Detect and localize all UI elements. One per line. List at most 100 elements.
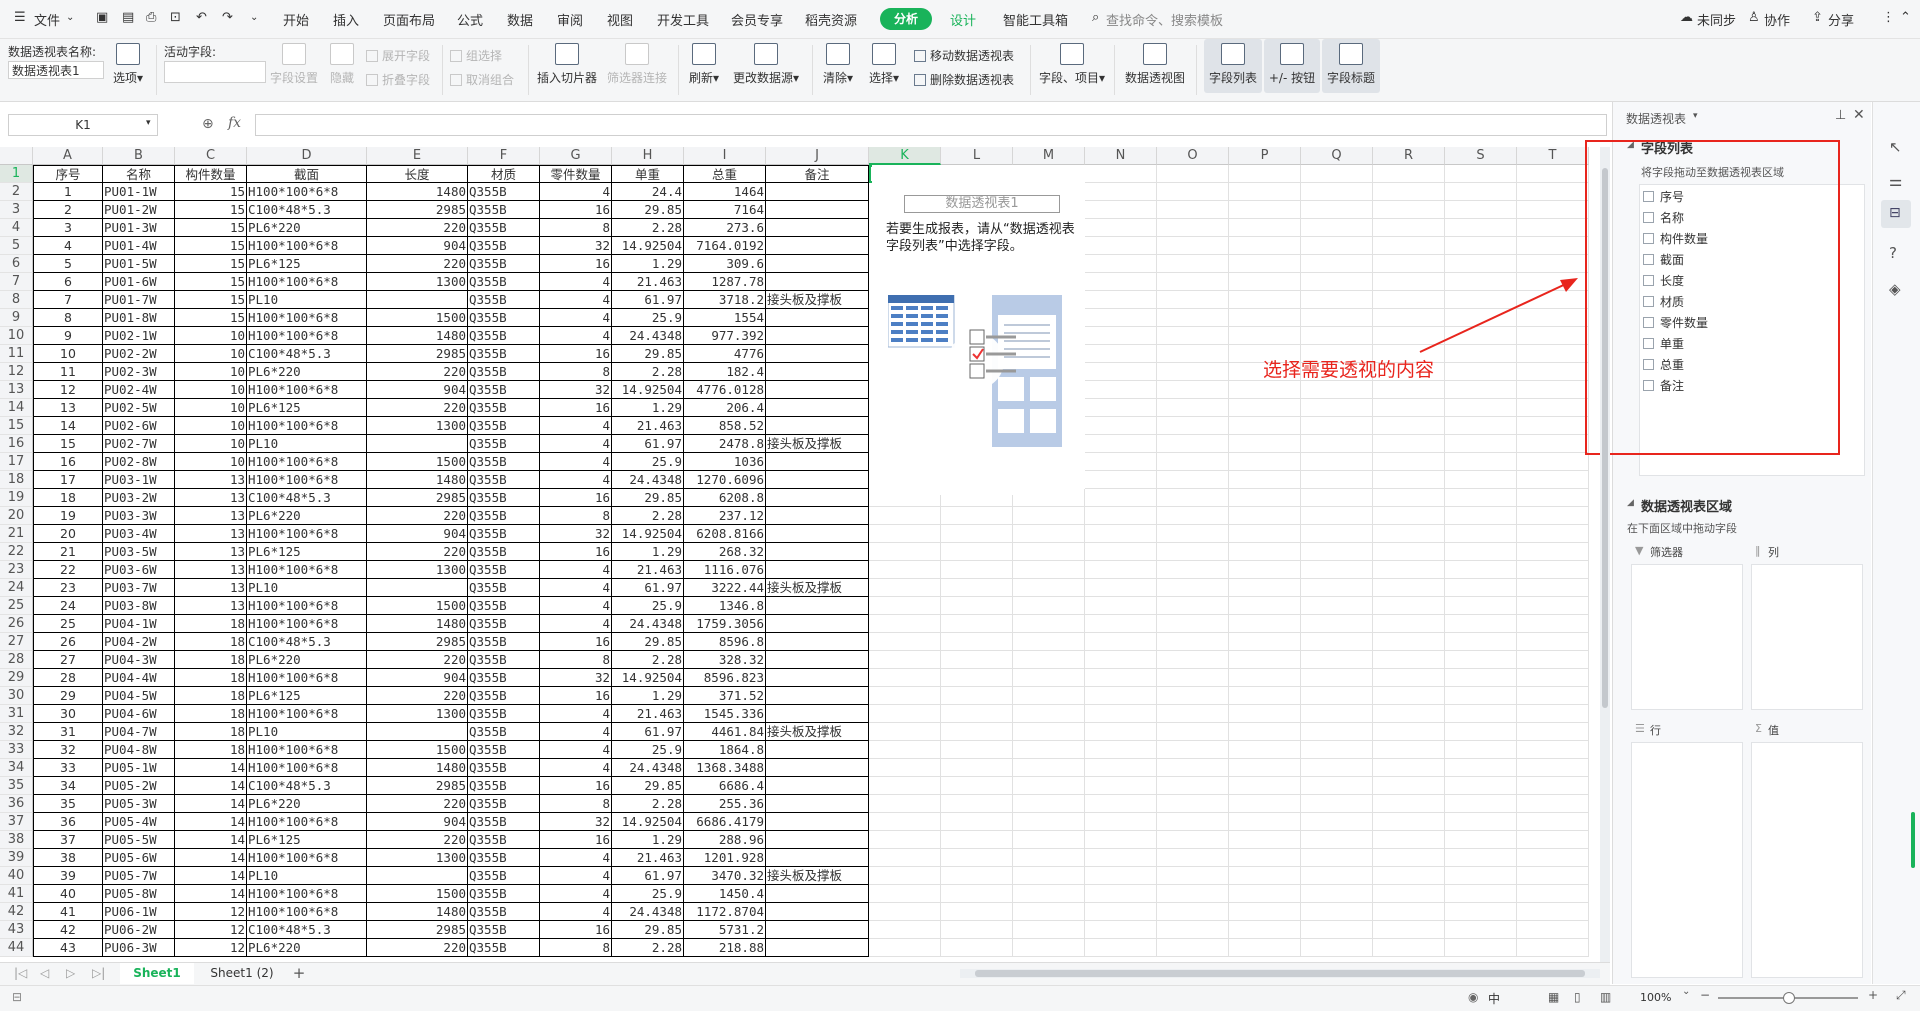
row-header[interactable]: 31 bbox=[0, 705, 33, 723]
table-cell[interactable]: 1480 bbox=[367, 327, 468, 345]
table-cell[interactable]: Q355B bbox=[468, 651, 540, 669]
empty-cell[interactable] bbox=[869, 633, 941, 651]
table-cell[interactable]: Q355B bbox=[468, 471, 540, 489]
table-cell[interactable]: H100*100*6*8 bbox=[247, 759, 367, 777]
table-cell[interactable] bbox=[766, 309, 869, 327]
empty-cell[interactable] bbox=[1085, 201, 1157, 219]
empty-cell[interactable] bbox=[1229, 615, 1301, 633]
table-cell[interactable]: 61.97 bbox=[612, 435, 684, 453]
empty-cell[interactable] bbox=[1373, 525, 1445, 543]
empty-cell[interactable] bbox=[1085, 237, 1157, 255]
table-cell[interactable]: PU01-4W bbox=[103, 237, 175, 255]
table-cell[interactable] bbox=[766, 471, 869, 489]
column-header[interactable]: P bbox=[1229, 147, 1301, 165]
menu-data[interactable]: 数据 bbox=[507, 10, 533, 29]
empty-cell[interactable] bbox=[941, 543, 1013, 561]
table-cell[interactable]: PL6*220 bbox=[247, 651, 367, 669]
empty-cell[interactable] bbox=[1013, 687, 1085, 705]
empty-cell[interactable] bbox=[941, 597, 1013, 615]
table-cell[interactable]: 1.29 bbox=[612, 255, 684, 273]
empty-cell[interactable] bbox=[1517, 183, 1589, 201]
table-cell[interactable]: 14 bbox=[33, 417, 103, 435]
table-cell[interactable]: 24.4348 bbox=[612, 759, 684, 777]
empty-cell[interactable] bbox=[941, 849, 1013, 867]
table-cell[interactable]: 35 bbox=[33, 795, 103, 813]
empty-cell[interactable] bbox=[1085, 165, 1157, 183]
empty-cell[interactable] bbox=[1157, 579, 1229, 597]
empty-cell[interactable] bbox=[1445, 183, 1517, 201]
empty-cell[interactable] bbox=[869, 867, 941, 885]
table-cell[interactable] bbox=[367, 579, 468, 597]
table-cell[interactable]: PU04-5W bbox=[103, 687, 175, 705]
table-cell[interactable]: 206.4 bbox=[684, 399, 766, 417]
table-cell[interactable]: 接头板及撑板 bbox=[766, 291, 869, 309]
close-icon[interactable]: ✕ bbox=[1853, 107, 1865, 123]
column-header[interactable]: C bbox=[175, 147, 247, 165]
column-header[interactable]: K bbox=[869, 147, 941, 165]
empty-cell[interactable] bbox=[1445, 687, 1517, 705]
table-cell[interactable]: 29.85 bbox=[612, 777, 684, 795]
empty-cell[interactable] bbox=[869, 831, 941, 849]
table-cell[interactable]: H100*100*6*8 bbox=[247, 471, 367, 489]
empty-cell[interactable] bbox=[1085, 363, 1157, 381]
table-cell[interactable] bbox=[367, 291, 468, 309]
row-header[interactable]: 7 bbox=[0, 273, 33, 291]
empty-cell[interactable] bbox=[1085, 183, 1157, 201]
empty-cell[interactable] bbox=[1373, 453, 1445, 471]
value-drop-zone[interactable] bbox=[1751, 742, 1863, 978]
table-header-cell[interactable]: 零件数量 bbox=[540, 165, 612, 183]
table-cell[interactable]: 977.392 bbox=[684, 327, 766, 345]
table-cell[interactable]: 2985 bbox=[367, 777, 468, 795]
table-cell[interactable]: 1480 bbox=[367, 471, 468, 489]
empty-cell[interactable] bbox=[1013, 615, 1085, 633]
table-cell[interactable]: H100*100*6*8 bbox=[247, 525, 367, 543]
table-cell[interactable]: PU04-6W bbox=[103, 705, 175, 723]
empty-cell[interactable] bbox=[1445, 597, 1517, 615]
empty-cell[interactable] bbox=[1157, 201, 1229, 219]
empty-cell[interactable] bbox=[1013, 921, 1085, 939]
table-cell[interactable]: 4 bbox=[540, 597, 612, 615]
table-cell[interactable] bbox=[367, 435, 468, 453]
empty-cell[interactable] bbox=[1085, 885, 1157, 903]
collapse-ribbon-icon[interactable]: ⌃ bbox=[1900, 10, 1911, 25]
empty-cell[interactable] bbox=[1157, 633, 1229, 651]
table-cell[interactable]: 6 bbox=[33, 273, 103, 291]
table-cell[interactable]: 2985 bbox=[367, 633, 468, 651]
formula-input[interactable] bbox=[255, 114, 1607, 136]
table-cell[interactable]: 25.9 bbox=[612, 309, 684, 327]
empty-cell[interactable] bbox=[869, 921, 941, 939]
empty-cell[interactable] bbox=[1445, 435, 1517, 453]
hide-button[interactable]: 隐藏 bbox=[326, 43, 358, 86]
table-cell[interactable]: 1300 bbox=[367, 705, 468, 723]
empty-cell[interactable] bbox=[1517, 795, 1589, 813]
table-cell[interactable]: PL6*125 bbox=[247, 543, 367, 561]
table-cell[interactable]: 38 bbox=[33, 849, 103, 867]
table-cell[interactable]: Q355B bbox=[468, 885, 540, 903]
row-header[interactable]: 26 bbox=[0, 615, 33, 633]
empty-cell[interactable] bbox=[1157, 543, 1229, 561]
table-cell[interactable]: Q355B bbox=[468, 417, 540, 435]
empty-cell[interactable] bbox=[1517, 651, 1589, 669]
page-break-view-icon[interactable]: ▥ bbox=[1600, 990, 1611, 1004]
table-cell[interactable]: PU03-4W bbox=[103, 525, 175, 543]
row-header[interactable]: 14 bbox=[0, 399, 33, 417]
empty-cell[interactable] bbox=[1085, 417, 1157, 435]
empty-cell[interactable] bbox=[1301, 867, 1373, 885]
table-cell[interactable]: PL10 bbox=[247, 435, 367, 453]
empty-cell[interactable] bbox=[941, 867, 1013, 885]
table-cell[interactable] bbox=[766, 525, 869, 543]
empty-cell[interactable] bbox=[1157, 255, 1229, 273]
empty-cell[interactable] bbox=[1373, 903, 1445, 921]
empty-cell[interactable] bbox=[1301, 795, 1373, 813]
empty-cell[interactable] bbox=[1157, 363, 1229, 381]
table-cell[interactable]: 904 bbox=[367, 381, 468, 399]
empty-cell[interactable] bbox=[1013, 561, 1085, 579]
table-cell[interactable]: 27 bbox=[33, 651, 103, 669]
table-cell[interactable]: Q355B bbox=[468, 345, 540, 363]
table-cell[interactable]: PU04-3W bbox=[103, 651, 175, 669]
table-cell[interactable] bbox=[766, 795, 869, 813]
table-cell[interactable]: C100*48*5.3 bbox=[247, 489, 367, 507]
table-cell[interactable]: 1759.3056 bbox=[684, 615, 766, 633]
empty-cell[interactable] bbox=[1373, 615, 1445, 633]
field-headers-button[interactable]: 字段标题 bbox=[1322, 39, 1380, 93]
